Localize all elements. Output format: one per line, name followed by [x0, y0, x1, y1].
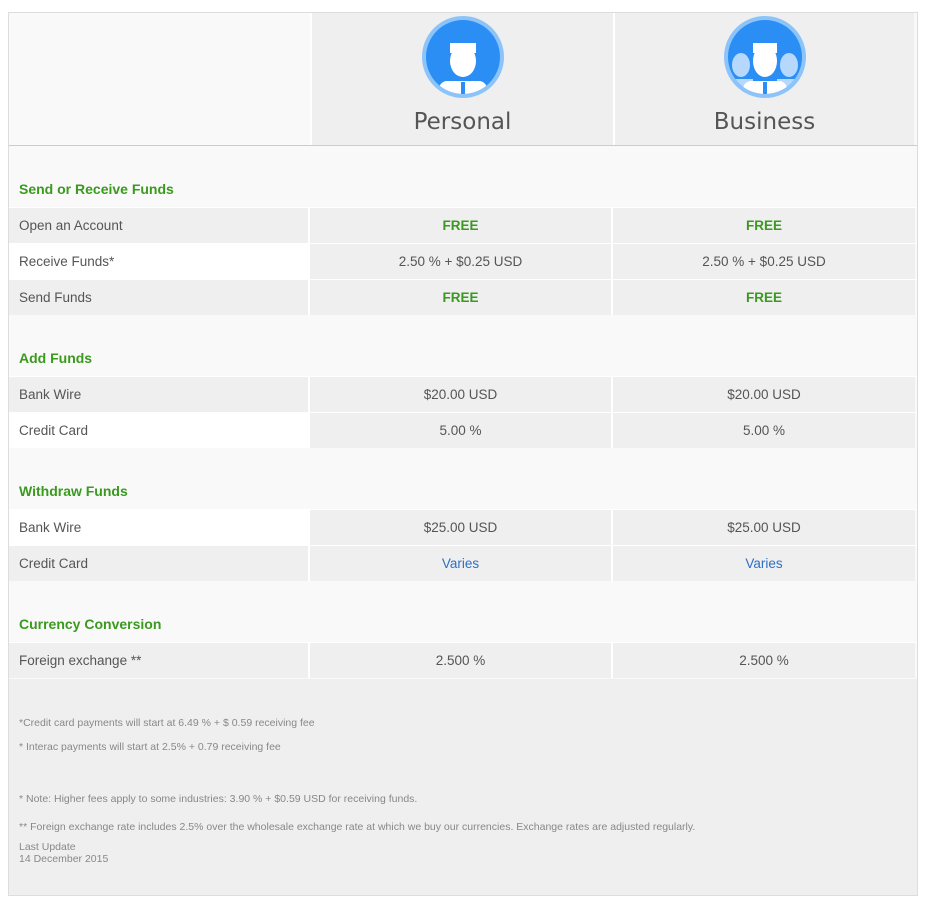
table-row: Bank Wire $20.00 USD $20.00 USD — [9, 376, 917, 412]
plan-personal: Personal — [312, 13, 613, 145]
fee-sections: Send or Receive Funds Open an Account FREE… — [9, 146, 917, 678]
footnote-note: * Note: Higher fees apply to some indust… — [19, 793, 418, 805]
personal-value: FREE — [310, 208, 611, 243]
section-title: Withdraw Funds — [19, 483, 128, 499]
personal-value: 2.500 % — [310, 643, 611, 678]
footnote-fx: ** Foreign exchange rate includes 2.5% o… — [19, 821, 696, 833]
footnotes: *Credit card payments will start at 6.49… — [9, 679, 917, 895]
table-row: Credit Card 5.00 % 5.00 % — [9, 412, 917, 448]
row-label: Receive Funds* — [9, 244, 310, 279]
personal-value: $25.00 USD — [310, 510, 611, 545]
plan-name: Personal — [413, 109, 512, 135]
table-header: Personal Business — [9, 13, 917, 146]
row-label: Bank Wire — [9, 377, 310, 412]
business-value[interactable]: Varies — [611, 546, 915, 581]
business-value: 2.50 % + $0.25 USD — [611, 244, 915, 279]
section-title: Send or Receive Funds — [19, 181, 174, 197]
table-row: Receive Funds* 2.50 % + $0.25 USD 2.50 % +… — [9, 243, 917, 279]
personal-value: 5.00 % — [310, 413, 611, 448]
plan-business: Business — [613, 13, 914, 145]
business-value: 2.500 % — [611, 643, 915, 678]
business-value: FREE — [611, 280, 915, 315]
business-value: FREE — [611, 208, 915, 243]
table-row: Bank Wire $25.00 USD $25.00 USD — [9, 509, 917, 545]
row-label: Credit Card — [9, 546, 310, 581]
table-row: Open an Account FREE FREE — [9, 207, 917, 243]
table-row: Credit Card Varies Varies — [9, 545, 917, 581]
row-label: Bank Wire — [9, 510, 310, 545]
business-value: 5.00 % — [611, 413, 915, 448]
personal-value: FREE — [310, 280, 611, 315]
footnote-interac: * Interac payments will start at 2.5% + … — [19, 741, 281, 753]
person-icon — [421, 16, 504, 98]
section-title: Add Funds — [19, 350, 93, 366]
personal-value: $20.00 USD — [310, 377, 611, 412]
fee-table: Personal Business Send or Receive Funds O… — [8, 12, 918, 896]
row-label: Credit Card — [9, 413, 310, 448]
section-title: Currency Conversion — [19, 616, 162, 632]
personal-value: 2.50 % + $0.25 USD — [310, 244, 611, 279]
personal-value[interactable]: Varies — [310, 546, 611, 581]
business-value: $20.00 USD — [611, 377, 915, 412]
table-row: Send Funds FREE FREE — [9, 279, 917, 315]
last-update-label: Last Update — [19, 841, 76, 853]
plan-name: Business — [713, 109, 816, 135]
table-row: Foreign exchange ** 2.500 % 2.500 % — [9, 642, 917, 678]
footnote-credit-card: *Credit card payments will start at 6.49… — [19, 717, 315, 729]
group-icon — [723, 16, 806, 98]
business-value: $25.00 USD — [611, 510, 915, 545]
row-label: Foreign exchange ** — [9, 643, 310, 678]
row-label: Open an Account — [9, 208, 310, 243]
header-blank-cell — [9, 13, 312, 145]
last-update-date: 14 December 2015 — [19, 853, 109, 865]
row-label: Send Funds — [9, 280, 310, 315]
